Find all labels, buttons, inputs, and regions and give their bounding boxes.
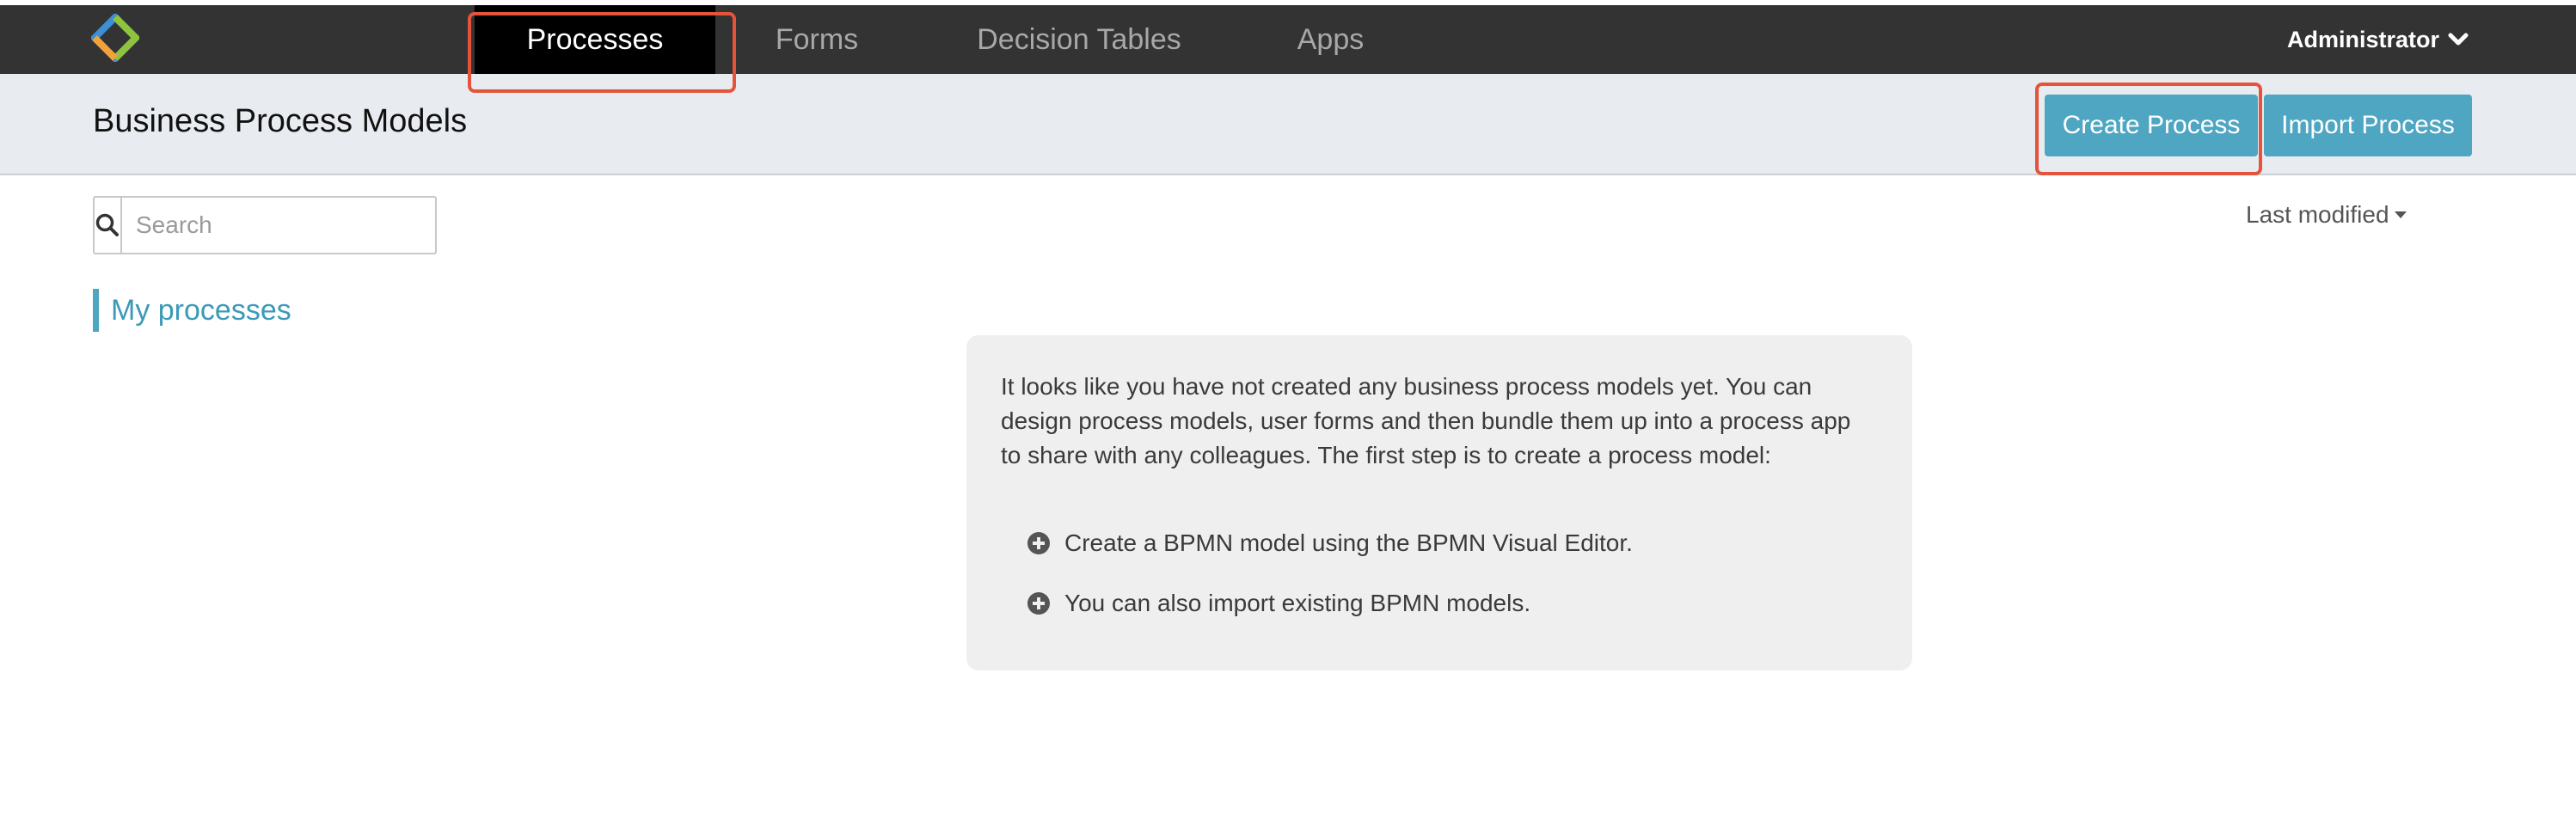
plus-circle-icon bbox=[1027, 532, 1050, 554]
tab-processes[interactable]: Processes bbox=[475, 5, 715, 83]
empty-state-message: It looks like you have not created any b… bbox=[1001, 373, 1851, 468]
search-box bbox=[93, 196, 448, 254]
chevron-down-icon bbox=[2448, 33, 2469, 46]
user-menu[interactable]: Administrator bbox=[2287, 5, 2470, 74]
user-name: Administrator bbox=[2287, 26, 2440, 52]
plus-circle-icon bbox=[1027, 592, 1050, 615]
create-process-button[interactable]: Create Process bbox=[2045, 95, 2258, 156]
filter-my-processes[interactable]: My processes bbox=[93, 289, 291, 332]
tab-forms-label: Forms bbox=[775, 22, 859, 56]
empty-state-list: Create a BPMN model using the BPMN Visua… bbox=[1001, 526, 1878, 621]
empty-state-card: It looks like you have not created any b… bbox=[966, 335, 1912, 670]
search-icon bbox=[95, 213, 119, 236]
search-input[interactable] bbox=[122, 198, 448, 253]
diamond-logo-icon[interactable] bbox=[91, 14, 139, 62]
sort-dropdown[interactable]: Last modified bbox=[2246, 201, 2407, 229]
list-item: You can also import existing BPMN models… bbox=[1027, 586, 1878, 621]
tab-apps-label: Apps bbox=[1297, 22, 1365, 56]
tab-decision-tables[interactable]: Decision Tables bbox=[954, 5, 1204, 74]
tab-processes-label: Processes bbox=[526, 22, 664, 56]
list-item-text: You can also import existing BPMN models… bbox=[1064, 590, 1531, 616]
import-process-button[interactable]: Import Process bbox=[2264, 95, 2472, 156]
caret-down-icon bbox=[2394, 211, 2407, 218]
tab-forms[interactable]: Forms bbox=[739, 5, 894, 74]
search-button[interactable] bbox=[95, 198, 122, 253]
sort-label: Last modified bbox=[2246, 201, 2389, 228]
list-item-text: Create a BPMN model using the BPMN Visua… bbox=[1064, 529, 1633, 556]
list-item: Create a BPMN model using the BPMN Visua… bbox=[1027, 526, 1878, 560]
tab-decision-tables-label: Decision Tables bbox=[977, 22, 1181, 56]
tab-apps[interactable]: Apps bbox=[1264, 5, 1397, 74]
page-title: Business Process Models bbox=[93, 103, 468, 139]
filter-label: My processes bbox=[111, 293, 291, 327]
